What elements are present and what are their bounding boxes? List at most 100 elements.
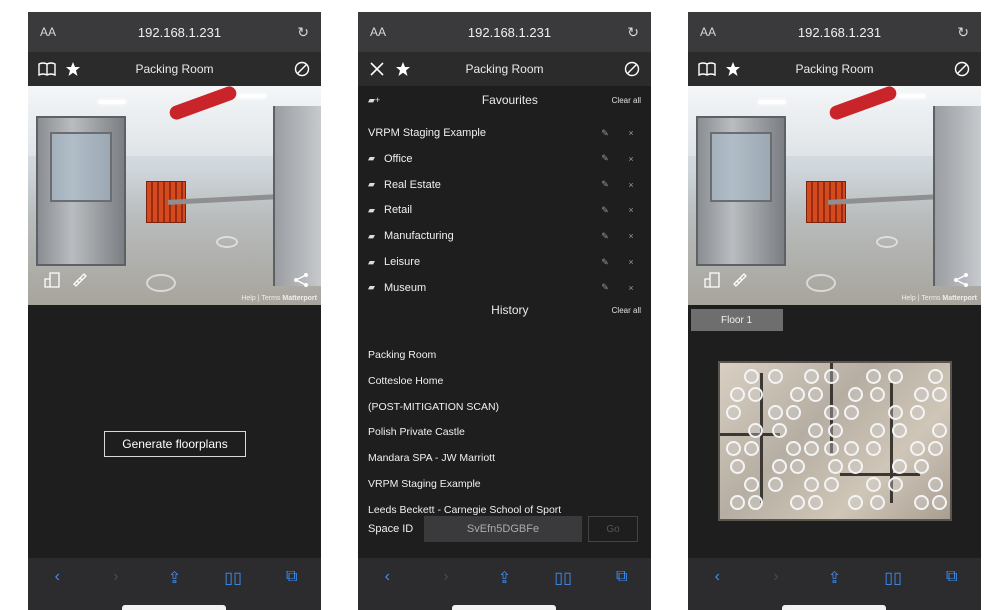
- edit-icon[interactable]: ✎: [589, 205, 621, 216]
- history-item[interactable]: Cottesloe Home: [368, 368, 641, 394]
- scan-point-marker[interactable]: [824, 477, 839, 492]
- star-icon[interactable]: [390, 56, 416, 82]
- scan-point-marker[interactable]: [824, 405, 839, 420]
- scan-point-marker[interactable]: [848, 459, 863, 474]
- scan-point-marker[interactable]: [824, 369, 839, 384]
- scan-point-marker[interactable]: [928, 477, 943, 492]
- edit-icon[interactable]: ✎: [589, 282, 621, 293]
- scan-point-marker[interactable]: [844, 441, 859, 456]
- favourite-item[interactable]: ▰ Office ✎ ×: [358, 146, 651, 172]
- scan-point-marker[interactable]: [790, 495, 805, 510]
- scan-point-marker[interactable]: [772, 459, 787, 474]
- delete-icon[interactable]: ×: [621, 231, 641, 241]
- measure-icon[interactable]: [72, 272, 88, 291]
- scan-point-marker[interactable]: [870, 387, 885, 402]
- history-clear-all[interactable]: Clear all: [612, 306, 641, 315]
- url-text[interactable]: 192.168.1.231: [400, 25, 619, 40]
- scan-point-marker[interactable]: [892, 423, 907, 438]
- scan-point-marker[interactable]: [768, 369, 783, 384]
- scan-point-marker[interactable]: [828, 423, 843, 438]
- scan-point-marker[interactable]: [848, 495, 863, 510]
- back-icon[interactable]: ‹: [702, 568, 732, 586]
- terms-link[interactable]: Terms: [261, 295, 280, 302]
- share-sheet-icon[interactable]: ⇪: [489, 568, 519, 588]
- scan-point-marker[interactable]: [888, 477, 903, 492]
- space-id-input[interactable]: [424, 516, 582, 542]
- tabs-icon[interactable]: ⧉: [937, 568, 967, 586]
- back-icon[interactable]: ‹: [42, 568, 72, 586]
- go-button[interactable]: Go: [588, 516, 638, 542]
- scan-point-marker[interactable]: [768, 405, 783, 420]
- scan-point-marker[interactable]: [748, 387, 763, 402]
- browser-url-bar[interactable]: AA 192.168.1.231 ↻: [358, 12, 651, 52]
- share-icon[interactable]: [953, 272, 969, 291]
- edit-icon[interactable]: ✎: [589, 153, 621, 164]
- terms-link[interactable]: Terms: [921, 295, 940, 302]
- book-icon[interactable]: [694, 56, 720, 82]
- delete-icon[interactable]: ×: [621, 154, 641, 164]
- move-marker[interactable]: [876, 236, 898, 248]
- delete-icon[interactable]: ×: [621, 257, 641, 267]
- favourite-item[interactable]: ▰ Leisure ✎ ×: [358, 249, 651, 275]
- history-item[interactable]: VRPM Staging Example: [368, 471, 641, 497]
- scan-point-marker[interactable]: [768, 477, 783, 492]
- scan-point-marker[interactable]: [744, 477, 759, 492]
- reload-icon[interactable]: ↻: [949, 24, 969, 41]
- reload-icon[interactable]: ↻: [289, 24, 309, 41]
- scan-point-marker[interactable]: [804, 369, 819, 384]
- scan-point-marker[interactable]: [828, 459, 843, 474]
- scan-point-marker[interactable]: [804, 477, 819, 492]
- scan-point-marker[interactable]: [888, 369, 903, 384]
- tour-viewport[interactable]: Help | Terms Matterport: [688, 86, 981, 305]
- delete-icon[interactable]: ×: [621, 128, 641, 138]
- bookmarks-icon[interactable]: ▯▯: [218, 568, 248, 588]
- scan-point-marker[interactable]: [932, 495, 947, 510]
- scan-point-marker[interactable]: [870, 423, 885, 438]
- scan-point-marker[interactable]: [790, 459, 805, 474]
- scan-point-marker[interactable]: [744, 369, 759, 384]
- scan-point-marker[interactable]: [910, 405, 925, 420]
- scan-point-marker[interactable]: [772, 423, 787, 438]
- matterport-logo[interactable]: Matterport: [942, 295, 977, 302]
- floorplan-view-icon[interactable]: [44, 272, 60, 291]
- measure-icon[interactable]: [732, 272, 748, 291]
- hide-icon[interactable]: [949, 56, 975, 82]
- scan-point-marker[interactable]: [910, 441, 925, 456]
- close-icon[interactable]: [364, 56, 390, 82]
- scan-point-marker[interactable]: [808, 423, 823, 438]
- edit-icon[interactable]: ✎: [589, 128, 621, 139]
- bookmarks-icon[interactable]: ▯▯: [548, 568, 578, 588]
- favourite-item[interactable]: ▰ Real Estate ✎ ×: [358, 172, 651, 198]
- scan-point-marker[interactable]: [848, 387, 863, 402]
- scan-point-marker[interactable]: [808, 387, 823, 402]
- scan-point-marker[interactable]: [928, 441, 943, 456]
- floor-tab[interactable]: Floor 1: [691, 309, 783, 331]
- help-link[interactable]: Help: [241, 295, 255, 302]
- star-icon[interactable]: [720, 56, 746, 82]
- edit-icon[interactable]: ✎: [589, 231, 621, 242]
- reload-icon[interactable]: ↻: [619, 24, 639, 41]
- share-sheet-icon[interactable]: ⇪: [159, 568, 189, 588]
- move-marker[interactable]: [146, 274, 176, 292]
- url-text[interactable]: 192.168.1.231: [730, 25, 949, 40]
- scan-point-marker[interactable]: [748, 423, 763, 438]
- hide-icon[interactable]: [289, 56, 315, 82]
- scan-point-marker[interactable]: [744, 441, 759, 456]
- scan-point-marker[interactable]: [786, 405, 801, 420]
- scan-point-marker[interactable]: [824, 441, 839, 456]
- favourites-clear-all[interactable]: Clear all: [612, 96, 641, 105]
- scan-point-marker[interactable]: [870, 495, 885, 510]
- history-item[interactable]: (POST-MITIGATION SCAN): [368, 394, 641, 420]
- scan-point-marker[interactable]: [914, 387, 929, 402]
- edit-icon[interactable]: ✎: [589, 179, 621, 190]
- new-folder-icon[interactable]: ▰+: [368, 95, 408, 106]
- scan-point-marker[interactable]: [804, 441, 819, 456]
- delete-icon[interactable]: ×: [621, 180, 641, 190]
- scan-point-marker[interactable]: [730, 495, 745, 510]
- favourite-item[interactable]: ▰ Manufacturing ✎ ×: [358, 223, 651, 249]
- tabs-icon[interactable]: ⧉: [277, 568, 307, 586]
- history-item[interactable]: Mandara SPA - JW Marriott: [368, 445, 641, 471]
- scan-point-marker[interactable]: [866, 369, 881, 384]
- scan-point-marker[interactable]: [888, 405, 903, 420]
- floorplan-image[interactable]: [718, 361, 952, 521]
